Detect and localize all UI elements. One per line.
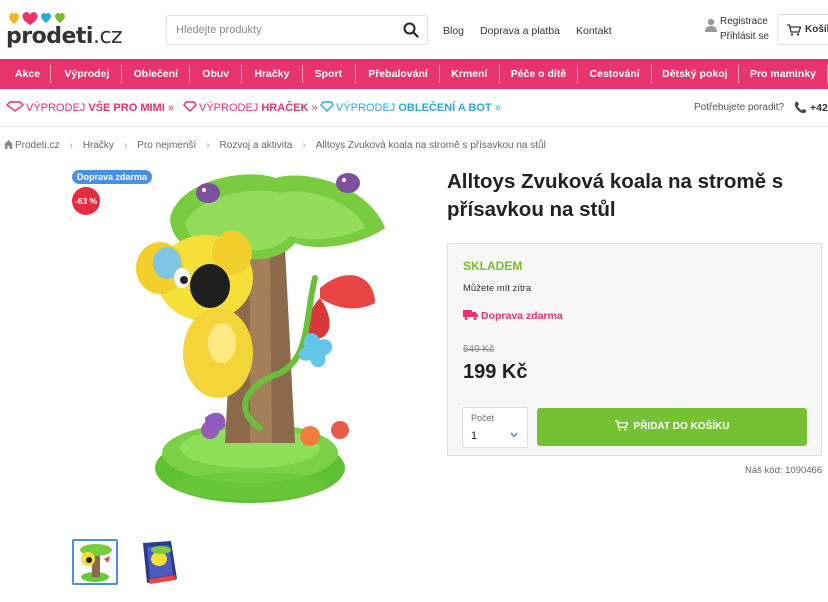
phone-link[interactable]: 📞 +420 xyxy=(794,101,828,114)
nav-divider xyxy=(241,65,243,83)
nav-divider xyxy=(650,65,652,83)
main-nav: Akce Výprodej Oblečení Obuv Hračky Sport… xyxy=(0,59,828,89)
nav-item-pece[interactable]: Péče o dítě xyxy=(511,59,566,89)
breadcrumb-pro-nejmensi[interactable]: Pro nejmenší xyxy=(137,140,196,151)
nav-item-sport[interactable]: Sport xyxy=(315,59,342,89)
nav-divider xyxy=(439,65,440,83)
stock-status: SKLADEM xyxy=(463,259,523,273)
nav-item-vyprodej[interactable]: Výprodej xyxy=(64,59,109,89)
chevron-down-icon xyxy=(510,432,518,438)
promo-sale-clothes[interactable]: VÝPRODEJ OBLEČENÍ A BOT » xyxy=(320,101,501,114)
nav-item-obleceni[interactable]: Oblečení xyxy=(134,59,178,89)
home-icon xyxy=(4,140,13,149)
breadcrumb-separator: › xyxy=(302,140,306,151)
breadcrumb-home[interactable]: Prodeti.cz xyxy=(15,140,59,151)
discount-badge: -63 % xyxy=(72,187,100,215)
nav-divider xyxy=(355,65,357,83)
thumbnail-2[interactable] xyxy=(137,539,183,585)
account-menu[interactable]: Registrace Přihlásit se xyxy=(705,16,775,44)
user-icon xyxy=(705,18,717,32)
breadcrumb-rozvoj[interactable]: Rozvoj a aktivita xyxy=(220,140,293,151)
top-links: Blog Doprava a platba Kontakt xyxy=(443,25,628,37)
search-box xyxy=(166,15,428,45)
old-price: 549 Kč xyxy=(463,344,495,355)
nav-divider xyxy=(737,65,739,83)
free-shipping-info: Doprava zdarma xyxy=(463,310,563,322)
product-title: Alltoys Zvuková koala na stromě s přísav… xyxy=(447,170,784,221)
cart-icon xyxy=(787,24,801,36)
breadcrumb-hracky[interactable]: Hračky xyxy=(83,140,114,151)
diamond-icon xyxy=(5,101,25,112)
nav-item-krmeni[interactable]: Krmení xyxy=(451,59,487,89)
search-icon[interactable] xyxy=(403,22,419,38)
nav-divider xyxy=(189,65,191,83)
product-image[interactable] xyxy=(110,168,400,513)
nav-divider xyxy=(121,65,123,83)
purchase-box: SKLADEM Můžete mít zítra Doprava zdarma … xyxy=(447,243,822,456)
diamond-icon xyxy=(320,101,334,112)
cart-icon xyxy=(614,420,628,431)
login-link[interactable]: Přihlásit se xyxy=(720,31,769,42)
link-blog[interactable]: Blog xyxy=(443,25,464,37)
breadcrumb-separator: › xyxy=(69,140,73,151)
nav-item-detsky-pokoj[interactable]: Dětský pokoj xyxy=(662,59,727,89)
nav-item-hracky[interactable]: Hračky xyxy=(254,59,289,89)
help-text: Potřebujete poradit? xyxy=(694,102,785,113)
phone-icon: 📞 xyxy=(794,102,808,114)
cart-label: Košík xyxy=(805,24,828,35)
site-header: prodeti.cz Blog Doprava a platba Kontakt R… xyxy=(0,0,828,59)
breadcrumb: Prodeti.cz › Hračky › Pro nejmenší › Rozvoj a … xyxy=(4,140,546,151)
quantity-value: 1 xyxy=(471,430,478,442)
nav-item-pro-maminky[interactable]: Pro maminky xyxy=(750,59,816,89)
hearts-logo-icon xyxy=(9,11,65,25)
promo-bar: VÝPRODEJ VŠE PRO MIMI » VÝPRODEJ HRAČEK … xyxy=(0,89,828,127)
promo-sale-baby[interactable]: VÝPRODEJ VŠE PRO MIMI » xyxy=(5,101,174,114)
link-shipping[interactable]: Doprava a platba xyxy=(480,25,560,37)
current-price: 199 Kč xyxy=(463,361,528,383)
quantity-label: Počet xyxy=(471,413,495,423)
truck-icon xyxy=(463,310,478,320)
prodeti-logo[interactable]: prodeti.cz xyxy=(6,11,123,49)
product-code: Náš kód: 1090466 xyxy=(745,465,823,476)
nav-divider xyxy=(577,65,579,83)
double-chevron-icon: » xyxy=(491,102,501,114)
package-thumbnail xyxy=(137,539,183,585)
double-chevron-icon: » xyxy=(308,102,318,114)
register-link[interactable]: Registrace xyxy=(720,16,768,27)
thumbnail-1[interactable] xyxy=(72,539,118,585)
delivery-time: Můžete mít zítra xyxy=(463,283,532,294)
product-thumbnail xyxy=(74,541,116,583)
nav-divider xyxy=(498,65,500,83)
breadcrumb-separator: › xyxy=(206,140,210,151)
nav-divider xyxy=(50,65,52,83)
logo-wordmark: prodeti.cz xyxy=(6,24,123,49)
breadcrumb-separator: › xyxy=(123,140,128,151)
promo-sale-toys[interactable]: VÝPRODEJ HRAČEK » xyxy=(183,101,318,114)
breadcrumb-current: Alltoys Zvuková koala na stromě s přísav… xyxy=(315,140,546,151)
nav-item-akce[interactable]: Akce xyxy=(15,59,40,89)
double-chevron-icon: » xyxy=(164,102,174,114)
nav-item-cestovani[interactable]: Cestování xyxy=(590,59,640,89)
cart-button[interactable]: Košík xyxy=(777,14,828,45)
diamond-icon xyxy=(183,101,197,112)
add-to-cart-button[interactable]: PŘIDAT DO KOŠÍKU xyxy=(537,408,807,446)
search-input[interactable] xyxy=(167,16,397,44)
quantity-select[interactable]: Počet 1 xyxy=(462,407,528,448)
nav-divider xyxy=(301,65,303,83)
link-contact[interactable]: Kontakt xyxy=(576,25,612,37)
nav-item-prebalovani[interactable]: Přebalování xyxy=(368,59,428,89)
nav-item-obuv[interactable]: Obuv xyxy=(202,59,229,89)
